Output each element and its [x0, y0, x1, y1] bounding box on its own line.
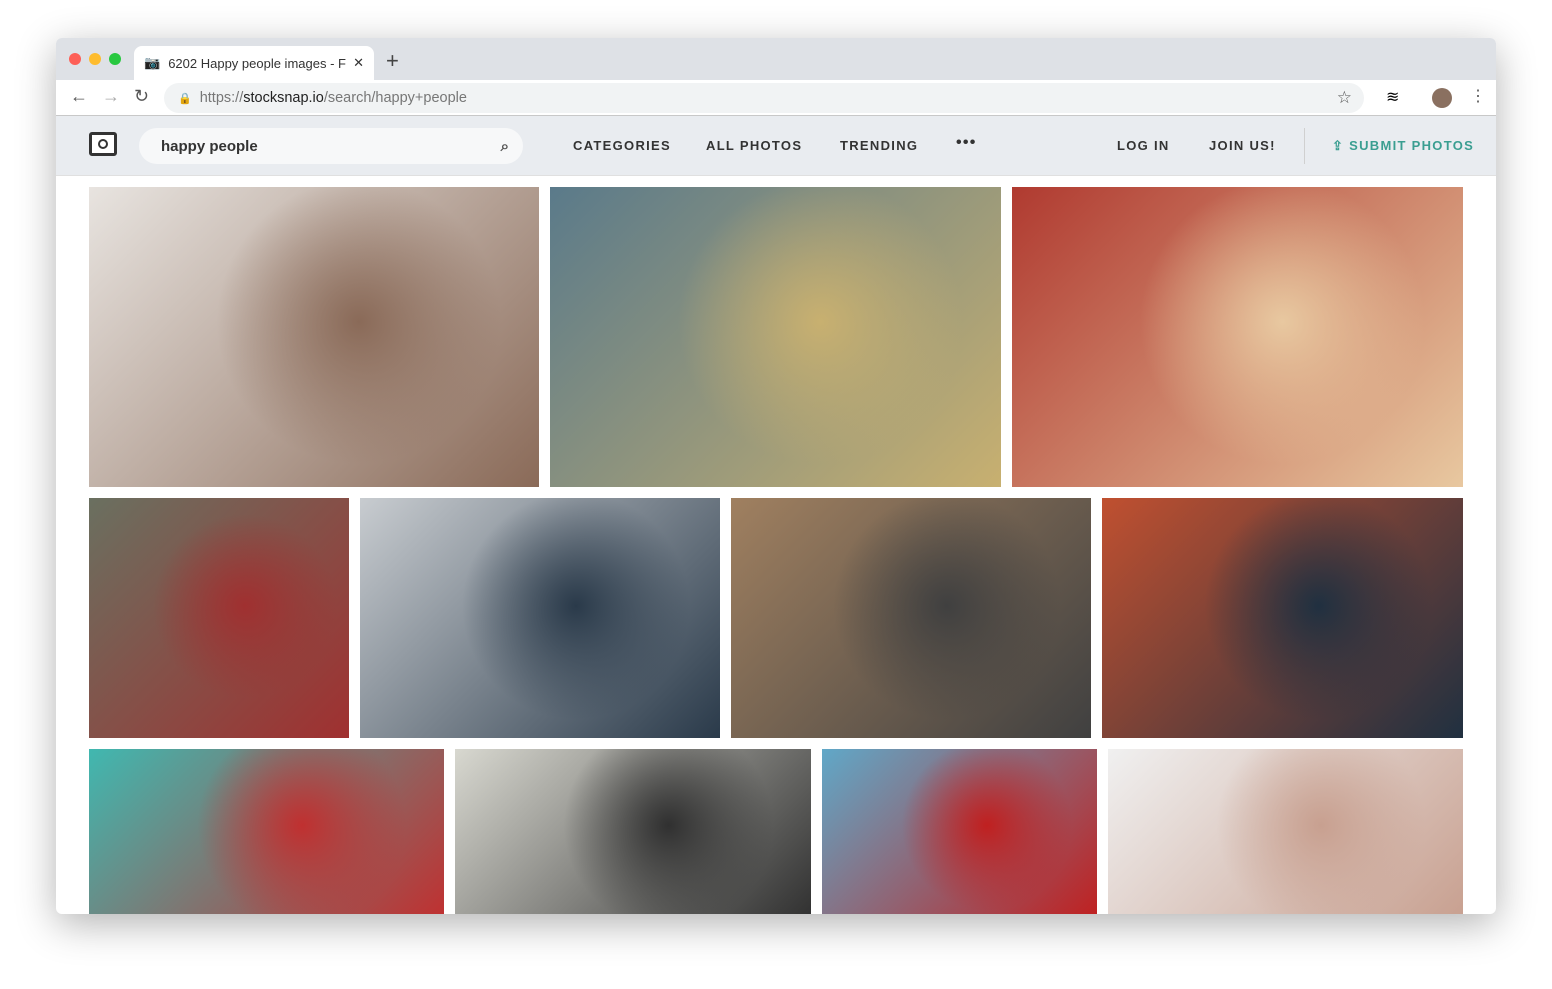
kebab-menu-icon[interactable]: ⋮: [1470, 86, 1486, 106]
search-icon[interactable]: ⌕: [501, 138, 509, 155]
back-icon[interactable]: ←: [70, 86, 88, 107]
nav-trending[interactable]: TRENDING: [840, 138, 918, 153]
photo-thumbnail[interactable]: [360, 498, 720, 738]
site-header: happy people ⌕ CATEGORIES ALL PHOTOS TRE…: [56, 116, 1496, 176]
url-input[interactable]: 🔒 https://stocksnap.io/search/happy+peop…: [164, 83, 1364, 113]
layers-extension-icon[interactable]: ≋: [1386, 87, 1399, 107]
photo-thumbnail[interactable]: [1108, 749, 1463, 914]
photo-thumbnail[interactable]: [731, 498, 1091, 738]
upload-icon: ⇪: [1332, 138, 1350, 153]
divider: [1304, 128, 1305, 164]
photo-thumbnail[interactable]: [822, 749, 1097, 914]
submit-photos-button[interactable]: ⇪ SUBMIT PHOTOS: [1332, 138, 1474, 154]
photo-thumbnail[interactable]: [89, 749, 444, 914]
logo-camera-icon[interactable]: [89, 132, 117, 156]
search-input[interactable]: happy people ⌕: [139, 128, 523, 164]
minimize-window-button[interactable]: [89, 53, 101, 65]
photo-thumbnail[interactable]: [550, 187, 1001, 487]
star-icon[interactable]: ☆: [1337, 88, 1352, 108]
camera-icon: 📷: [144, 55, 161, 70]
more-menu-button[interactable]: •••: [956, 134, 977, 152]
lock-icon: 🔒: [178, 92, 192, 105]
join-link[interactable]: JOIN US!: [1209, 138, 1276, 153]
close-tab-icon[interactable]: ✕: [353, 55, 364, 71]
reload-icon[interactable]: ↻: [134, 86, 149, 107]
new-tab-button[interactable]: +: [386, 48, 399, 74]
close-window-button[interactable]: [69, 53, 81, 65]
photo-thumbnail[interactable]: [455, 749, 811, 914]
photo-thumbnail[interactable]: [89, 498, 349, 738]
maximize-window-button[interactable]: [109, 53, 121, 65]
forward-icon[interactable]: →: [102, 86, 120, 107]
tab-bar: 📷 6202 Happy people images - F ✕ +: [56, 38, 1496, 80]
photo-thumbnail[interactable]: [1102, 498, 1463, 738]
nav-all-photos[interactable]: ALL PHOTOS: [706, 138, 802, 153]
avatar[interactable]: [1432, 88, 1452, 108]
browser-window: 📷 6202 Happy people images - F ✕ + ← → ↻…: [56, 38, 1496, 914]
browser-tab[interactable]: 📷 6202 Happy people images - F ✕: [134, 46, 374, 80]
nav-categories[interactable]: CATEGORIES: [573, 138, 671, 153]
photo-thumbnail[interactable]: [89, 187, 539, 487]
photo-thumbnail[interactable]: [1012, 187, 1463, 487]
login-link[interactable]: LOG IN: [1117, 138, 1170, 153]
address-bar: ← → ↻ 🔒 https://stocksnap.io/search/happ…: [56, 80, 1496, 116]
